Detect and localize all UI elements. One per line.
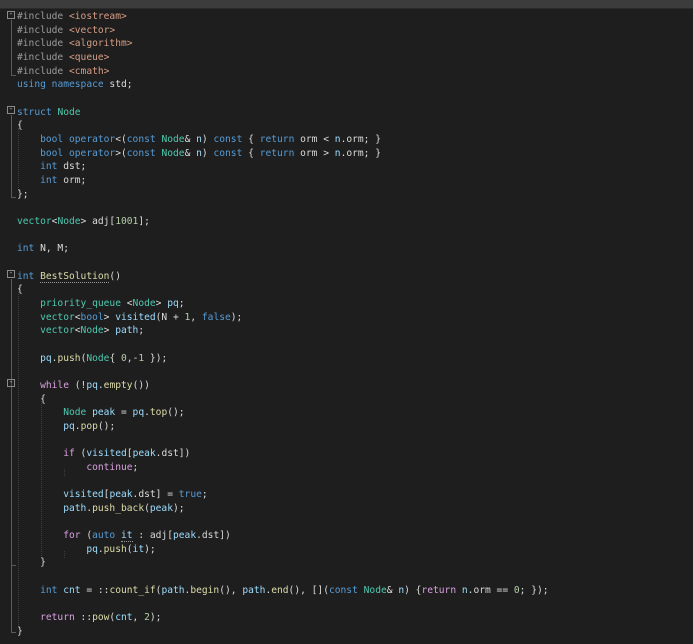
code-line-4: #include <queue>: [17, 51, 693, 64]
code-line-33: if (visited[peak.dst]): [63, 448, 191, 459]
header-algorithm: <algorithm>: [69, 38, 133, 49]
fold-toggle-while-loop[interactable]: [7, 379, 15, 387]
code-line-23: vector<bool> visited(N + 1, false);: [40, 312, 243, 323]
fold-region-line: [11, 20, 12, 75]
fold-toggle-includes[interactable]: [7, 11, 15, 19]
code-line-12: int dst;: [40, 161, 87, 172]
code-line-30: Node peak = pq.top();: [63, 407, 185, 418]
code-line-11: bool operator>(const Node& n) const { re…: [40, 148, 381, 159]
fold-region-end: [11, 75, 16, 76]
header-vector: <vector>: [69, 25, 116, 36]
code-line-9: {: [17, 120, 23, 131]
code-line-1: #include <iostream>: [17, 10, 693, 23]
directive-include: #include: [17, 66, 64, 77]
code-line-28: while (!pq.empty()): [40, 380, 150, 391]
directive-include: #include: [17, 52, 64, 63]
fold-toggle-best-solution[interactable]: [7, 270, 15, 278]
code-line-31: pq.pop();: [63, 421, 116, 432]
code-line-39: for (auto it : adj[peak.dst]): [63, 530, 231, 542]
directive-include: #include: [17, 11, 64, 22]
code-line-34: continue;: [86, 462, 139, 473]
code-line-24: vector<Node> path;: [40, 325, 145, 336]
fold-region-end: [11, 197, 16, 198]
code-line-26: pq.push(Node{ 0,-1 });: [40, 353, 168, 364]
fold-toggle-struct-node[interactable]: [7, 106, 15, 114]
code-line-13: int orm;: [40, 175, 87, 186]
code-line-43: int cnt = ::count_if(path.begin(), path.…: [40, 585, 549, 596]
code-line-21: {: [17, 284, 23, 295]
header-queue: <queue>: [69, 52, 110, 63]
code-line-22: priority_queue <Node> pq;: [40, 298, 185, 309]
code-line-8: struct Node: [17, 107, 81, 118]
code-line-3: #include <algorithm>: [17, 37, 693, 50]
code-line-36: visited[peak.dst] = true;: [63, 489, 208, 500]
code-line-41: }: [17, 557, 46, 568]
code-line-14: };: [17, 189, 29, 200]
code-editor[interactable]: #include <iostream> #include <vector> #i…: [0, 8, 693, 644]
code-line-16: vector<Node> adj[1001];: [17, 216, 150, 227]
code-line-2: #include <vector>: [17, 24, 693, 37]
fold-region-line: [11, 115, 12, 197]
code-line-6: using namespace std;: [17, 79, 133, 90]
directive-include: #include: [17, 38, 64, 49]
fold-region-end: [11, 632, 16, 633]
directive-include: #include: [17, 25, 64, 36]
code-line-18: int N, M;: [17, 243, 69, 254]
code-line-29: {: [17, 394, 46, 405]
header-iostream: <iostream>: [69, 11, 127, 22]
code-line-5: #include <cmath>: [17, 65, 693, 78]
fold-region-line: [11, 388, 12, 565]
header-cmath: <cmath>: [69, 66, 110, 77]
code-line-37: path.push_back(peak);: [63, 503, 185, 514]
code-line-20: int BestSolution(): [17, 271, 121, 283]
fold-region-end: [11, 565, 16, 566]
code-line-40: pq.push(it);: [86, 544, 156, 555]
code-line-45: return ::pow(cnt, 2);: [40, 612, 162, 623]
code-line-46: }: [17, 626, 23, 637]
code-line-10: bool operator<(const Node& n) const { re…: [40, 134, 381, 145]
